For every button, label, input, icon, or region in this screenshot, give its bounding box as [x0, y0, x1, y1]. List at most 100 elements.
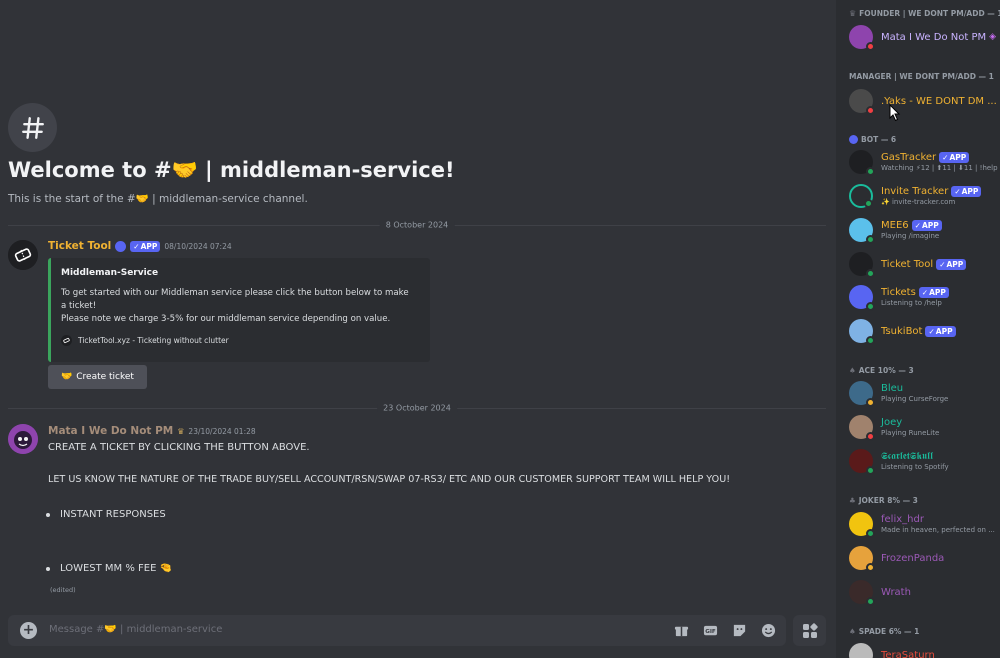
ticket-tool-footer-icon [61, 335, 72, 346]
avatar [849, 184, 873, 208]
embed-line: a ticket! [61, 301, 97, 311]
status-dnd-icon [866, 432, 875, 441]
status-online-icon [866, 302, 875, 311]
status-online-icon [866, 235, 875, 244]
member-name: TsukiBot [881, 325, 923, 337]
create-ticket-label: Create ticket [76, 372, 134, 382]
member-activity: Listening to /help [881, 299, 942, 307]
embed-title: Middleman-Service [61, 268, 159, 278]
member-item[interactable]: Joey Playing RuneLite [849, 415, 939, 441]
member-item[interactable]: MEE6 ✓ APP Playing /imagine [849, 218, 942, 244]
author-name[interactable]: Mata I We Do Not PM [48, 425, 173, 437]
member-item[interactable]: TsukiBot ✓ APP [849, 319, 956, 345]
app-badge: ✓ APP [939, 152, 970, 163]
member-item[interactable]: Mata I We Do Not PM ◈ [849, 25, 997, 51]
member-activity: Playing CurseForge [881, 395, 949, 403]
member-item[interactable]: FrozenPanda [849, 546, 944, 572]
member-name: Ticket Tool [881, 258, 934, 270]
message-composer[interactable]: + Message #🤝 | middleman-service GIF [8, 615, 786, 646]
status-idle-icon [866, 563, 875, 572]
emoji-icon[interactable] [761, 623, 776, 638]
member-item[interactable]: Bleu Playing CurseForge [849, 381, 949, 407]
avatar [849, 25, 875, 51]
member-item[interactable]: GasTracker ✓ APP Watching ⚡12 | ⬆11 | ⬇11 |… [849, 150, 998, 176]
member-name: Bleu [881, 383, 904, 394]
embed-line: To get started with our Middleman servic… [61, 288, 409, 298]
status-online-icon [866, 336, 875, 345]
member-item[interactable]: Invite Tracker ✓ APP ✨ invite-tracker.com [849, 184, 982, 208]
member-activity: Made in heaven, perfected on ... [881, 526, 995, 534]
edited-label: (edited) [50, 586, 76, 594]
role-header-label: MANAGER | WE DONT PM/ADD — 1 [849, 72, 994, 81]
member-activity: Playing /imagine [881, 232, 940, 240]
member-name: Invite Tracker [881, 186, 949, 197]
gif-icon[interactable]: GIF [703, 623, 718, 638]
avatar [849, 580, 875, 606]
app-badge: ✓ APP [925, 325, 956, 337]
embed-footer: TicketTool.xyz - Ticketing without clutt… [61, 335, 420, 346]
bullet-icon [46, 567, 50, 571]
mata-avatar[interactable] [8, 424, 38, 454]
avatar [849, 643, 873, 658]
status-online-icon [866, 466, 875, 475]
composer-placeholder[interactable]: Message #🤝 | middleman-service [49, 624, 222, 635]
gift-icon[interactable] [674, 623, 689, 638]
timestamp: 08/10/2024 07:24 [164, 241, 232, 251]
role-header-spade: ♠ SPADE 6% — 1 [849, 627, 919, 636]
ticket-tool-avatar[interactable] [8, 240, 38, 270]
avatar [849, 89, 875, 115]
avatar [849, 150, 875, 176]
embed-description: To get started with our Middleman servic… [61, 287, 420, 326]
member-name: 𝕾𝖈𝖆𝖗𝖑𝖊𝖙𝕾𝖐𝖚𝖑𝖑 [881, 451, 933, 462]
member-item[interactable]: Ticket Tool ✓ APP [849, 252, 967, 278]
avatar [849, 285, 875, 311]
date-divider: 8 October 2024 [8, 220, 826, 230]
message-text: CREATE A TICKET BY CLICKING THE BUTTON A… [48, 442, 310, 453]
apps-button[interactable] [793, 615, 826, 646]
member-item[interactable]: 𝕾𝖈𝖆𝖗𝖑𝖊𝖙𝕾𝖐𝖚𝖑𝖑 Listening to Spotify [849, 449, 949, 475]
avatar [849, 381, 875, 407]
role-header-label: BOT — 6 [861, 135, 897, 144]
sticker-icon[interactable] [732, 623, 747, 638]
member-item[interactable]: Tickets ✓ APP Listening to /help [849, 285, 949, 311]
date-divider: 23 October 2024 [8, 403, 826, 413]
bullet-text: INSTANT RESPONSES [60, 509, 166, 520]
welcome-title: Welcome to #🤝 | middleman-service! [8, 158, 455, 182]
role-header-ace: ♠ ACE 10% — 3 [849, 366, 914, 375]
app-badge: ✓ APP [936, 258, 967, 270]
apps-icon [802, 622, 818, 638]
member-item[interactable]: TeraSaturn [849, 643, 935, 658]
member-name: MEE6 [881, 220, 909, 231]
author-name[interactable]: Ticket Tool [48, 240, 111, 252]
member-name: felix_hdr [881, 514, 924, 525]
welcome-subtitle: This is the start of the #🤝 | middleman-… [8, 193, 308, 205]
bot-role-icon [115, 240, 127, 252]
member-list: ♛ FOUNDER | WE DONT PM/ADD — 1 Mata I We… [836, 0, 1000, 658]
message-header: Ticket Tool ✓ APP 08/10/2024 07:24 [48, 240, 232, 252]
bullet-icon [46, 513, 50, 517]
app-badge: ✓ APP [130, 240, 161, 252]
message-text: LET US KNOW THE NATURE OF THE TRADE BUY/… [48, 474, 731, 485]
chat-area: Welcome to #🤝 | middleman-service! This … [0, 0, 836, 658]
ace-role-icon: ♠ [849, 366, 856, 375]
avatar [849, 319, 875, 345]
avatar [849, 252, 875, 278]
app-badge: ✓ APP [951, 186, 982, 197]
boost-icon: ◈ [989, 32, 997, 42]
status-idle-icon [866, 398, 875, 407]
create-ticket-button[interactable]: 🤝 Create ticket [48, 365, 147, 389]
bullet-text: LOWEST MM % FEE 🤏 [60, 563, 173, 574]
member-item[interactable]: Wrath [849, 580, 911, 606]
member-activity: ✨ invite-tracker.com [881, 198, 956, 206]
member-name: GasTracker [881, 152, 937, 163]
member-name: Wrath [881, 586, 911, 598]
add-attachment-icon[interactable]: + [20, 622, 37, 639]
date-divider-label: 8 October 2024 [379, 220, 455, 230]
spade-role-icon: ♠ [849, 627, 856, 636]
member-name: Joey [881, 417, 903, 428]
avatar [849, 546, 875, 572]
role-header-label: JOKER 8% — 3 [858, 496, 918, 505]
member-item[interactable]: felix_hdr Made in heaven, perfected on ..… [849, 512, 995, 538]
member-item[interactable]: .Yaks - WE DONT DM ... [849, 89, 997, 115]
status-dnd-icon [866, 42, 875, 51]
